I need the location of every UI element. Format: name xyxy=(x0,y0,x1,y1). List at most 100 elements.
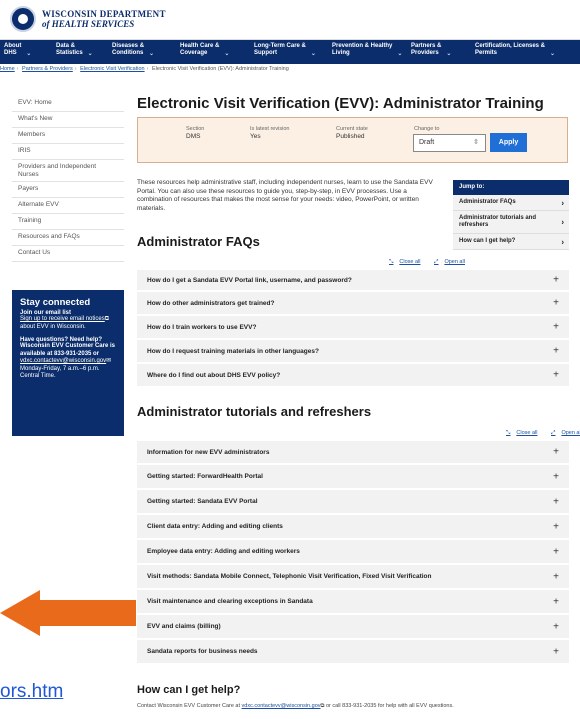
nav-diseases-conditions[interactable]: Diseases & Conditions ⌄ xyxy=(112,43,154,57)
page-title: Electronic Visit Verification (EVV): Adm… xyxy=(137,95,544,112)
breadcrumb-separator-icon: › xyxy=(146,66,149,72)
faq-open-all-link[interactable]: ⤢ Open all xyxy=(428,259,465,265)
plus-icon: + xyxy=(553,646,559,657)
logo-line1: WISCONSIN DEPARTMENT xyxy=(42,9,166,19)
faq-item[interactable]: How do I train workers to use EVV? + xyxy=(137,316,569,340)
status-section: Section DMS xyxy=(186,126,205,140)
customer-care-text: Wisconsin EVV Customer Care is available… xyxy=(20,343,115,357)
faq-item[interactable]: How do other administrators get trained?… xyxy=(137,292,569,316)
stay-connected-panel: Stay connected Join our email list Sign … xyxy=(12,290,124,436)
status-change-to-label: Change to xyxy=(414,126,440,132)
sidebar-item-contact-us[interactable]: Contact Us xyxy=(12,246,124,262)
nav-partners-providers[interactable]: Partners & Providers ⌄ xyxy=(411,43,451,57)
sidebar-item-iris[interactable]: IRIS xyxy=(12,144,124,160)
apply-button[interactable]: Apply xyxy=(490,133,527,152)
nav-about-dhs[interactable]: About DHS ⌄ xyxy=(4,43,31,57)
sidebar-item-training[interactable]: Training xyxy=(12,214,124,230)
faq-item[interactable]: How do I get a Sandata EVV Portal link, … xyxy=(137,270,569,292)
plus-icon: + xyxy=(553,274,559,286)
tutorials-section-title: Administrator tutorials and refreshers xyxy=(137,404,372,419)
tutorial-item[interactable]: Getting started: Sandata EVV Portal + xyxy=(137,490,569,515)
expand-icon: ⤢ xyxy=(434,259,439,265)
help-text: Contact Wisconsin EVV Customer Care at v… xyxy=(137,703,454,709)
nav-data-statistics[interactable]: Data & Statistics ⌄ xyxy=(56,43,93,57)
signup-email-link[interactable]: Sign up to receive email notices xyxy=(20,316,105,322)
chevron-right-icon: › xyxy=(561,198,564,207)
sidebar-item-providers[interactable]: Providers and Independent Nurses xyxy=(12,160,124,182)
select-updown-icon: ⇳ xyxy=(473,139,479,146)
url-fragment-link[interactable]: ors.htm xyxy=(0,681,63,703)
tutorial-item[interactable]: Client data entry: Adding and editing cl… xyxy=(137,515,569,540)
sidebar-item-alternate-evv[interactable]: Alternate EVV xyxy=(12,198,124,214)
chevron-down-icon: ⌄ xyxy=(26,51,32,57)
plus-icon: + xyxy=(553,596,559,607)
tutorial-item[interactable]: EVV and claims (billing) + xyxy=(137,615,569,640)
chevron-down-icon: ⌄ xyxy=(550,51,556,57)
breadcrumb-evv[interactable]: Electronic Visit Verification xyxy=(80,66,144,72)
chevron-down-icon: ⌄ xyxy=(397,51,403,57)
nav-prevention-healthy-living[interactable]: Prevention & Healthy Living ⌄ xyxy=(332,43,402,57)
plus-icon: + xyxy=(553,621,559,632)
customer-care-email-link[interactable]: vdxc.contactevv@wisconsin.gov xyxy=(20,358,106,364)
faq-accordion: How do I get a Sandata EVV Portal link, … xyxy=(137,270,569,388)
faq-item[interactable]: How do I request training materials in o… xyxy=(137,340,569,364)
tutorials-close-all-link[interactable]: ⤡ Close all xyxy=(500,430,538,436)
help-section-title: How can I get help? xyxy=(137,684,241,696)
change-state-select[interactable]: Draft ⇳ xyxy=(413,134,486,152)
signup-suffix: about EVV in Wisconsin. xyxy=(20,323,86,330)
tutorials-open-all-link[interactable]: ⤢ Open all xyxy=(545,430,580,436)
site-logo[interactable]: WISCONSIN DEPARTMENT of HEALTH SERVICES xyxy=(42,9,166,29)
nav-long-term-care[interactable]: Long-Term Care & Support ⌄ xyxy=(254,43,316,57)
plus-icon: + xyxy=(553,546,559,557)
chevron-down-icon: ⌄ xyxy=(310,51,316,57)
jump-to-heading: Jump to: xyxy=(453,180,569,195)
tutorial-item[interactable]: Visit maintenance and clearing exception… xyxy=(137,590,569,615)
jump-to-tutorials[interactable]: Administrator tutorials and refreshers › xyxy=(453,211,569,234)
plus-icon: + xyxy=(553,446,559,458)
chevron-right-icon: › xyxy=(561,237,564,246)
help-email-link[interactable]: vdxc.contactevv@wisconsin.gov xyxy=(242,703,321,709)
sidebar-item-payers[interactable]: Payers xyxy=(12,182,124,198)
plus-icon: + xyxy=(553,297,559,309)
plus-icon: + xyxy=(553,496,559,507)
tutorial-item[interactable]: Information for new EVV administrators + xyxy=(137,441,569,465)
jump-to-faqs[interactable]: Administrator FAQs › xyxy=(453,195,569,211)
intro-paragraph: These resources help administrative staf… xyxy=(137,179,433,212)
breadcrumb-partners[interactable]: Partners & Providers xyxy=(22,66,73,72)
jump-to-help[interactable]: How can I get help? › xyxy=(453,234,569,250)
tutorial-item[interactable]: Getting started: ForwardHealth Portal + xyxy=(137,465,569,490)
customer-care-hours: Monday-Friday, 7 a.m.–6 p.m. Central Tim… xyxy=(20,365,100,380)
plus-icon: + xyxy=(553,521,559,532)
plus-icon: + xyxy=(553,345,559,357)
status-current-state: Current state Published xyxy=(336,126,368,140)
faq-item[interactable]: Where do I find out about DHS EVV policy… xyxy=(137,364,569,388)
nav-certification-licenses[interactable]: Certification, Licenses & Permits ⌄ xyxy=(475,43,555,57)
stay-connected-title: Stay connected xyxy=(20,297,91,308)
annotation-arrow-shaft xyxy=(36,600,136,626)
plus-icon: + xyxy=(553,571,559,582)
breadcrumb-home[interactable]: Home xyxy=(0,66,15,72)
collapse-icon: ⤡ xyxy=(389,259,394,265)
dhs-seal-icon[interactable] xyxy=(10,6,36,32)
faq-toggle-controls: ⤡ Close all ⤢ Open all xyxy=(377,259,465,266)
jump-to-panel: Jump to: Administrator FAQs › Administrat… xyxy=(453,180,569,250)
sidebar-item-evv-home[interactable]: EVV: Home xyxy=(12,96,124,112)
expand-icon: ⤢ xyxy=(551,430,556,436)
sidebar-item-members[interactable]: Members xyxy=(12,128,124,144)
annotation-arrow-icon xyxy=(0,590,40,636)
nav-health-care-coverage[interactable]: Health Care & Coverage ⌄ xyxy=(180,43,229,57)
plus-icon: + xyxy=(553,321,559,333)
plus-icon: + xyxy=(553,471,559,482)
collapse-icon: ⤡ xyxy=(506,430,511,436)
breadcrumb-separator-icon: › xyxy=(74,66,77,72)
status-latest-revision: Is latest revision Yes xyxy=(250,126,290,140)
tutorials-toggle-controls: ⤡ Close all ⤢ Open all xyxy=(494,430,580,437)
sidebar-item-whats-new[interactable]: What's New xyxy=(12,112,124,128)
plus-icon: + xyxy=(553,369,559,381)
sidebar-nav: EVV: Home What's New Members IRIS Provid… xyxy=(12,96,124,262)
tutorial-item[interactable]: Visit methods: Sandata Mobile Connect, T… xyxy=(137,565,569,590)
faq-close-all-link[interactable]: ⤡ Close all xyxy=(383,259,421,265)
sidebar-item-resources-faqs[interactable]: Resources and FAQs xyxy=(12,230,124,246)
tutorial-item[interactable]: Employee data entry: Adding and editing … xyxy=(137,540,569,565)
tutorial-item[interactable]: Sandata reports for business needs + xyxy=(137,640,569,665)
